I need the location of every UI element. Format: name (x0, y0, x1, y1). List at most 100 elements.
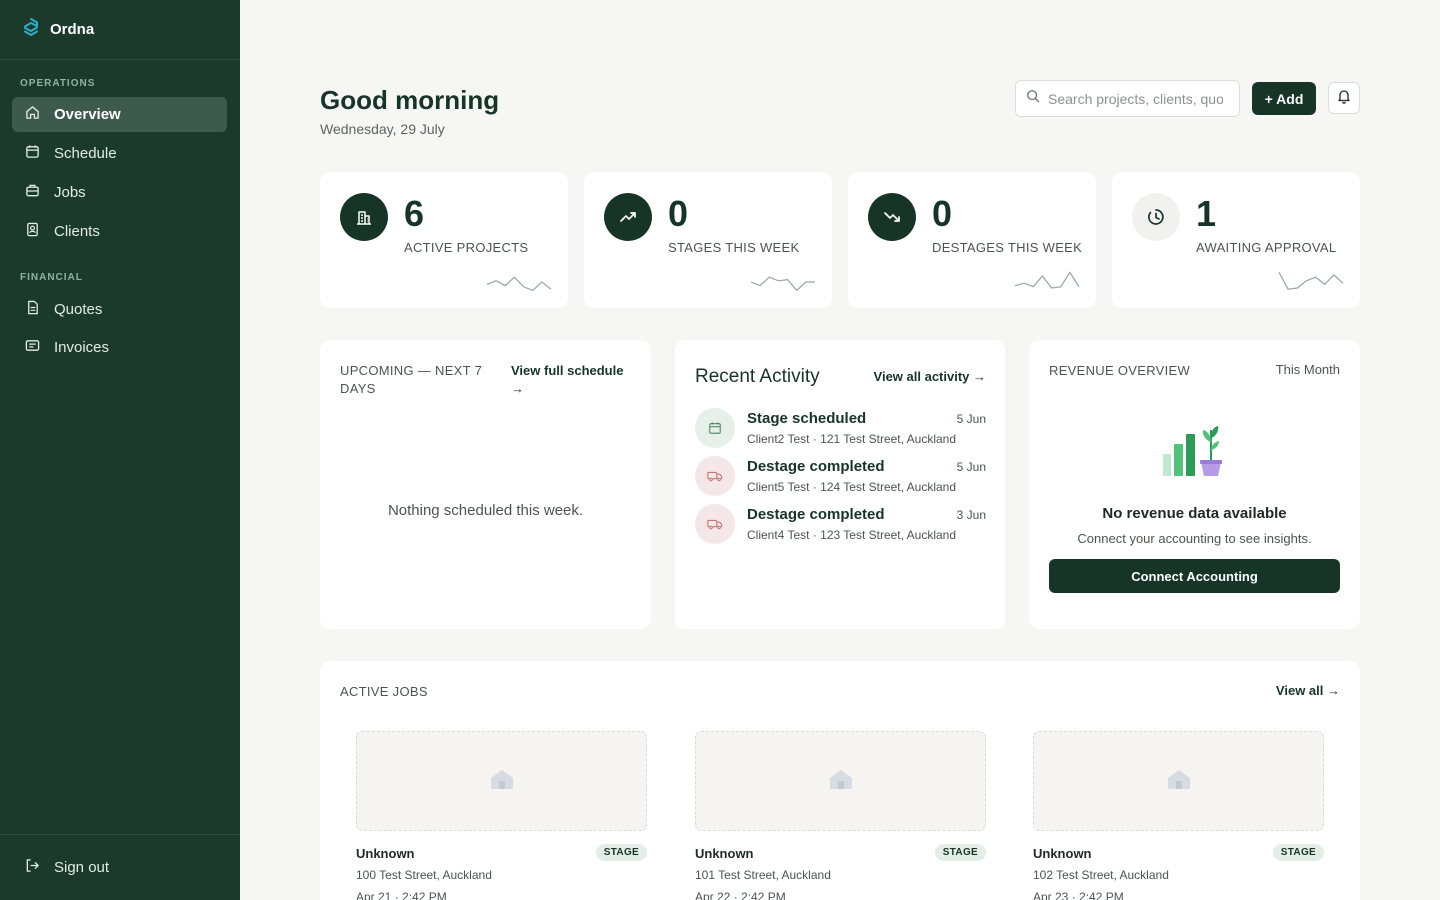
job-address: 102 Test Street, Auckland (1033, 868, 1169, 882)
stat-label: DESTAGES THIS WEEK (932, 240, 1083, 255)
stat-value: 6 (404, 193, 425, 234)
revenue-overview-card: REVENUE OVERVIEW This Month No revenue d… (1029, 340, 1360, 629)
stat-value: 0 (668, 193, 689, 234)
job-time: Apr 22 · 2:42 PM (695, 890, 786, 900)
contacts-icon (25, 222, 40, 241)
job-status-badge: STAGE (1272, 844, 1324, 861)
search-input[interactable] (1048, 90, 1223, 107)
activity-subtitle: Client2 Test · 121 Test Street, Auckland (747, 432, 957, 446)
calendar-icon (695, 408, 735, 448)
stat-card-stages-this-week[interactable]: 0 STAGES THIS WEEK (584, 172, 832, 308)
chart-plant-illustration (1163, 426, 1222, 476)
activity-date: 5 Jun (956, 412, 986, 426)
nav-section-financial: FINANCIAL (20, 272, 83, 283)
activity-title: Stage scheduled (747, 410, 867, 427)
activity-item[interactable]: Destage completed 5 Jun Client5 Test · 1… (695, 456, 986, 498)
sidebar-item-label: Overview (54, 106, 121, 123)
brand-name: Ordna (50, 21, 95, 38)
house-icon (489, 767, 515, 796)
sidebar-item-quotes[interactable]: Quotes (12, 292, 227, 327)
sidebar: Ordna OPERATIONS Overview Schedule Jobs … (0, 0, 240, 900)
activity-subtitle: Client5 Test · 124 Test Street, Auckland (747, 480, 957, 494)
brand[interactable]: Ordna (0, 0, 240, 60)
sidebar-item-label: Quotes (54, 301, 103, 318)
connect-accounting-button[interactable]: Connect Accounting (1049, 559, 1340, 593)
stat-card-active-projects[interactable]: 6 ACTIVE PROJECTS (320, 172, 568, 308)
clock-icon (1132, 193, 1180, 241)
stat-card-destages-this-week[interactable]: 0 DESTAGES THIS WEEK (848, 172, 1096, 308)
activity-date: 3 Jun (956, 508, 986, 522)
revenue-empty-title: No revenue data available (1102, 505, 1287, 522)
house-icon (828, 767, 854, 796)
job-image-placeholder (1033, 731, 1324, 831)
view-full-schedule-link[interactable]: View full schedule → (511, 362, 631, 398)
job-card[interactable]: Unknown STAGE 100 Test Street, Auckland … (356, 731, 647, 900)
upcoming-empty-message: Nothing scheduled this week. (387, 502, 584, 519)
job-name: Unknown (356, 846, 415, 861)
sign-out-label: Sign out (54, 859, 110, 876)
job-name: Unknown (1033, 846, 1092, 861)
sidebar-item-label: Schedule (54, 145, 117, 162)
invoice-icon (25, 338, 40, 357)
briefcase-icon (25, 183, 40, 202)
revenue-empty-subtitle: Connect your accounting to see insights. (1077, 531, 1312, 546)
stat-card-awaiting-approval[interactable]: 1 AWAITING APPROVAL (1112, 172, 1360, 308)
job-card[interactable]: Unknown STAGE 102 Test Street, Auckland … (1033, 731, 1324, 900)
truck-icon (695, 504, 735, 544)
activity-item[interactable]: Stage scheduled 5 Jun Client2 Test · 121… (695, 408, 986, 450)
upcoming-card: UPCOMING — NEXT 7 DAYS View full schedul… (320, 340, 651, 629)
trend-down-icon (868, 193, 916, 241)
upcoming-label: UPCOMING — NEXT 7 DAYS (340, 363, 483, 396)
job-time: Apr 23 · 2:42 PM (1033, 890, 1124, 900)
stat-label: STAGES THIS WEEK (668, 240, 800, 255)
stat-label: ACTIVE PROJECTS (404, 240, 529, 255)
job-image-placeholder (356, 731, 647, 831)
view-all-activity-link[interactable]: View all activity → (874, 369, 986, 384)
view-all-jobs-link[interactable]: View all → (1276, 683, 1340, 698)
revenue-label: REVENUE OVERVIEW (1049, 363, 1191, 378)
stat-value: 1 (1196, 193, 1217, 234)
job-status-badge: STAGE (934, 844, 986, 861)
truck-icon (695, 456, 735, 496)
home-icon (25, 105, 40, 124)
logout-icon (25, 858, 40, 877)
job-address: 100 Test Street, Auckland (356, 868, 492, 882)
add-button[interactable]: + Add (1252, 82, 1316, 115)
sparkline (486, 276, 552, 292)
sparkline (1278, 272, 1344, 290)
activity-date: 5 Jun (956, 460, 986, 474)
activity-title: Destage completed (747, 458, 885, 475)
document-icon (25, 300, 40, 319)
page-title: Good morning (320, 85, 500, 115)
sidebar-item-invoices[interactable]: Invoices (12, 330, 227, 365)
sign-out-button[interactable]: Sign out (0, 834, 240, 900)
sidebar-item-schedule[interactable]: Schedule (12, 136, 227, 171)
sidebar-item-clients[interactable]: Clients (12, 214, 227, 249)
job-card[interactable]: Unknown STAGE 101 Test Street, Auckland … (695, 731, 986, 900)
job-address: 101 Test Street, Auckland (695, 868, 831, 882)
sparkline (1014, 271, 1080, 289)
notifications-button[interactable] (1328, 82, 1360, 114)
job-name: Unknown (695, 846, 754, 861)
sparkline (750, 276, 815, 292)
stat-value: 0 (932, 193, 953, 234)
trend-up-icon (604, 193, 652, 241)
search-icon (1026, 89, 1040, 108)
stat-label: AWAITING APPROVAL (1196, 240, 1337, 255)
job-status-badge: STAGE (595, 844, 647, 861)
sidebar-item-label: Jobs (54, 184, 86, 201)
search-box[interactable] (1015, 80, 1240, 117)
sidebar-item-overview[interactable]: Overview (12, 97, 227, 132)
activity-title: Destage completed (747, 506, 885, 523)
house-icon (1166, 767, 1192, 796)
logo-icon (22, 17, 40, 42)
current-date: Wednesday, 29 July (320, 121, 445, 137)
period-selector[interactable]: This Month (1276, 362, 1340, 377)
bell-icon (1336, 88, 1352, 109)
job-image-placeholder (695, 731, 986, 831)
sidebar-item-jobs[interactable]: Jobs (12, 175, 227, 210)
job-time: Apr 21 · 2:42 PM (356, 890, 447, 900)
nav-section-operations: OPERATIONS (20, 78, 96, 89)
sidebar-item-label: Clients (54, 223, 100, 240)
activity-item[interactable]: Destage completed 3 Jun Client4 Test · 1… (695, 504, 986, 546)
